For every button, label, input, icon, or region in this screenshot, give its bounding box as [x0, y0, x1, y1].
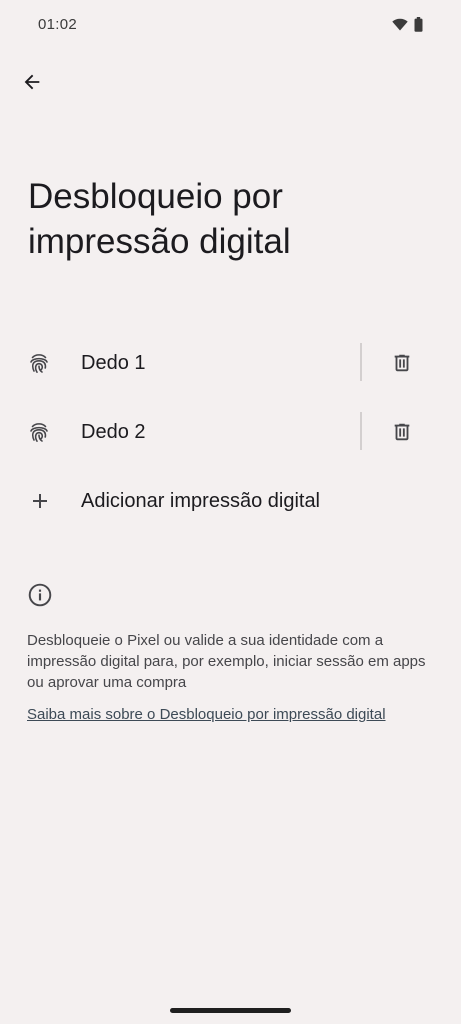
gesture-nav-handle[interactable] — [170, 1008, 291, 1013]
info-description: Desbloqueie o Pixel ou valide a sua iden… — [27, 632, 426, 691]
status-icons — [392, 17, 423, 32]
fingerprint-icon — [30, 354, 48, 373]
fingerprint-row: Dedo 1 — [0, 339, 461, 387]
info-icon — [28, 583, 52, 607]
delete-fingerprint-1-button[interactable] — [382, 345, 422, 381]
add-fingerprint-label: Adicionar impressão digital — [81, 490, 321, 512]
learn-more-link[interactable]: Saiba mais sobre o Desbloqueio por impre… — [27, 704, 386, 725]
fingerprint-label: Dedo 1 — [81, 352, 146, 374]
row-divider — [360, 412, 362, 450]
fingerprint-item-2[interactable]: Dedo 2 — [0, 408, 355, 456]
fingerprint-label: Dedo 2 — [81, 421, 146, 443]
wifi-icon — [392, 18, 408, 31]
fingerprint-icon — [30, 423, 48, 442]
row-divider — [360, 343, 362, 381]
battery-icon — [414, 17, 423, 32]
add-fingerprint-button[interactable]: Adicionar impressão digital — [0, 477, 461, 525]
page-title: Desbloqueio por impressão digital — [28, 177, 291, 261]
trash-icon — [394, 423, 410, 441]
fingerprint-row: Dedo 2 — [0, 408, 461, 456]
status-time: 01:02 — [38, 16, 78, 33]
status-bar: 01:02 — [0, 0, 461, 52]
fingerprint-item-1[interactable]: Dedo 1 — [0, 339, 355, 387]
back-button[interactable] — [14, 64, 50, 100]
plus-icon — [33, 494, 47, 508]
trash-icon — [394, 354, 410, 372]
arrow-back-icon — [24, 74, 40, 90]
delete-fingerprint-2-button[interactable] — [382, 414, 422, 450]
